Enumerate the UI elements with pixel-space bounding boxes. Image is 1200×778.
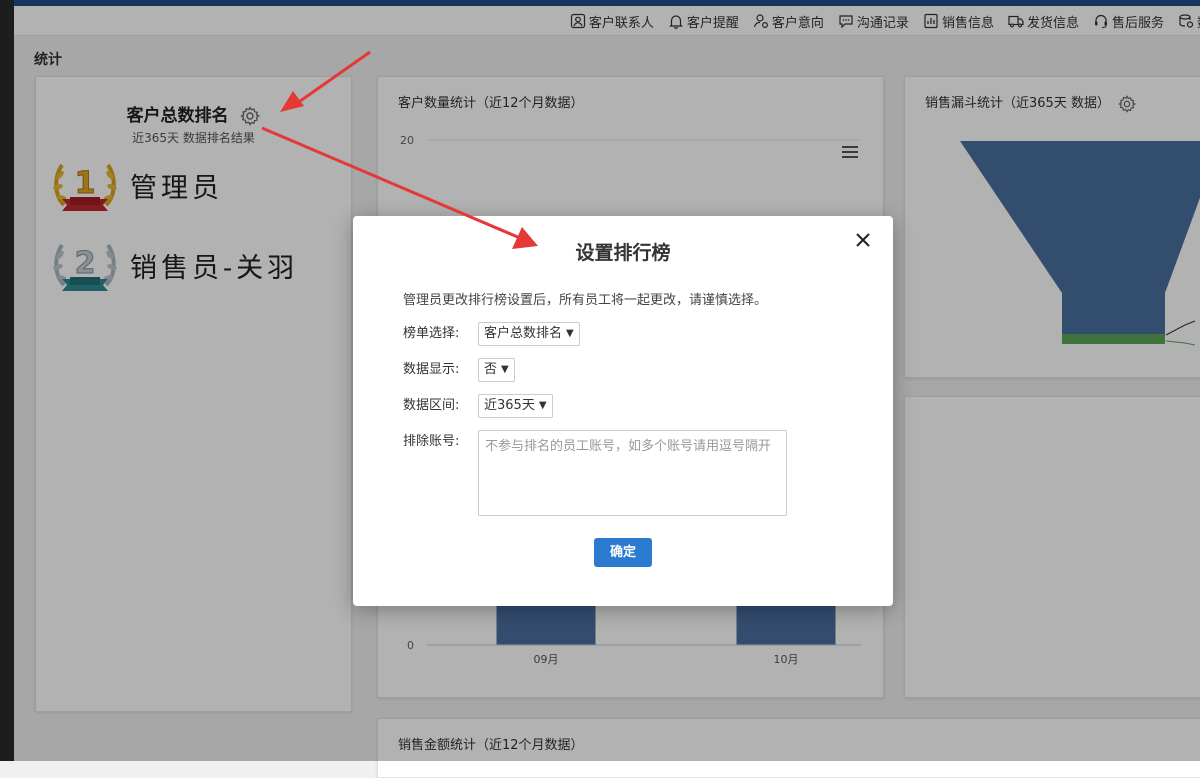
list-select-value: 客户总数排名 [484, 326, 563, 341]
chevron-down-icon: ▼ [538, 400, 547, 411]
exclude-label: 排除账号: [403, 434, 460, 449]
range-select[interactable]: 近365天 ▼ [478, 394, 553, 418]
display-select-value: 否 [484, 362, 498, 377]
close-icon[interactable] [853, 230, 873, 250]
settings-modal: 设置排行榜 管理员更改排行榜设置后，所有员工将一起更改，请谨慎选择。 榜单选择:… [353, 216, 893, 606]
display-select[interactable]: 否 ▼ [478, 358, 515, 382]
chevron-down-icon: ▼ [501, 364, 509, 375]
range-label: 数据区间: [403, 398, 460, 413]
form-row-display: 数据显示: 否 ▼ [403, 358, 515, 382]
list-label: 榜单选择: [403, 326, 460, 341]
display-label: 数据显示: [403, 362, 460, 377]
modal-description: 管理员更改排行榜设置后，所有员工将一起更改，请谨慎选择。 [403, 293, 768, 308]
confirm-button[interactable]: 确定 [594, 538, 652, 567]
modal-title: 设置排行榜 [575, 242, 671, 264]
form-row-list: 榜单选择: 客户总数排名 ▼ [403, 322, 580, 346]
chevron-down-icon: ▼ [566, 328, 574, 339]
range-select-value: 近365天 [484, 398, 535, 413]
exclude-accounts-textarea[interactable]: 不参与排名的员工账号，如多个账号请用逗号隔开 [478, 430, 787, 516]
form-row-exclude: 排除账号: 不参与排名的员工账号，如多个账号请用逗号隔开 [403, 430, 787, 516]
form-row-range: 数据区间: 近365天 ▼ [403, 394, 553, 418]
list-select[interactable]: 客户总数排名 ▼ [478, 322, 580, 346]
